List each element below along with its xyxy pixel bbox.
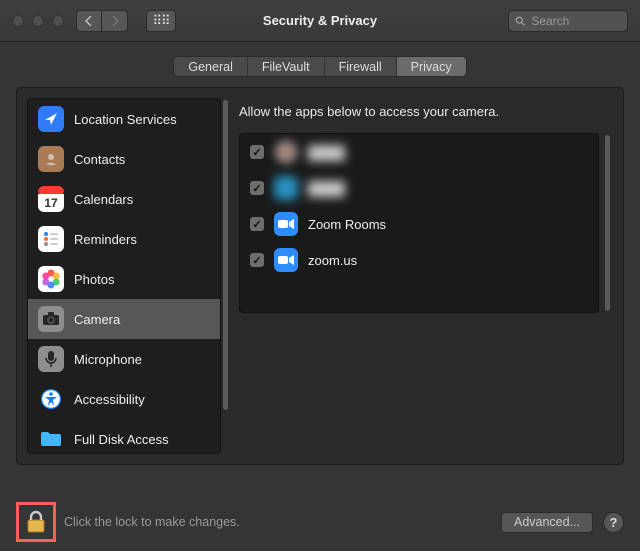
camera-icon: [38, 306, 64, 332]
app-label: ████: [308, 145, 345, 160]
app-row: ✓ ████: [240, 170, 598, 206]
sidebar-item-label: Reminders: [74, 232, 137, 247]
contacts-icon: [38, 146, 64, 172]
window-controls: [12, 15, 64, 27]
tabs-row: GeneralFileVaultFirewallPrivacy: [0, 42, 640, 87]
calendar-icon: 17: [38, 186, 64, 212]
app-checkbox[interactable]: ✓: [250, 181, 264, 195]
app-icon: [274, 176, 298, 200]
back-button[interactable]: [76, 10, 102, 32]
sidebar-item-microphone[interactable]: Microphone: [28, 339, 220, 379]
app-row: ✓ zoom.us: [240, 242, 598, 278]
panel-description: Allow the apps below to access your came…: [239, 104, 599, 119]
lock-highlight: [16, 502, 56, 542]
detail-panel: Allow the apps below to access your came…: [231, 98, 613, 454]
search-field[interactable]: [508, 10, 628, 32]
help-button[interactable]: ?: [603, 512, 624, 533]
tab-filevault[interactable]: FileVault: [248, 57, 325, 76]
sidebar-item-fda[interactable]: Full Disk Access: [28, 419, 220, 454]
reminders-icon: [38, 226, 64, 252]
sidebar-container: Location Services Contacts 17 Calendars Remi…: [27, 98, 221, 454]
app-label: zoom.us: [308, 253, 357, 268]
sidebar-scroll-thumb[interactable]: [223, 100, 228, 410]
search-input[interactable]: [529, 13, 621, 29]
app-checkbox[interactable]: ✓: [250, 217, 264, 231]
sidebar-scrollbar[interactable]: [223, 100, 228, 452]
minimize-window-button[interactable]: [32, 15, 44, 27]
app-list-scroll-thumb[interactable]: [605, 135, 610, 311]
forward-button[interactable]: [102, 10, 128, 32]
folder-icon: [38, 426, 64, 452]
app-icon: [274, 212, 298, 236]
tab-firewall[interactable]: Firewall: [325, 57, 397, 76]
app-checkbox[interactable]: ✓: [250, 145, 264, 159]
app-row: ✓ Zoom Rooms: [240, 206, 598, 242]
grid-icon: ⠿⠿: [152, 13, 169, 29]
app-label: Zoom Rooms: [308, 217, 386, 232]
search-icon: [515, 15, 525, 27]
close-window-button[interactable]: [12, 15, 24, 27]
sidebar-item-location[interactable]: Location Services: [28, 99, 220, 139]
photos-icon: [38, 266, 64, 292]
tab-general[interactable]: General: [174, 57, 247, 76]
sidebar-item-label: Microphone: [74, 352, 142, 367]
titlebar: ⠿⠿ Security & Privacy: [0, 0, 640, 42]
app-row: ✓ ████: [240, 134, 598, 170]
sidebar-item-label: Photos: [74, 272, 114, 287]
show-all-button[interactable]: ⠿⠿: [146, 10, 176, 32]
svg-text:17: 17: [44, 196, 58, 210]
sidebar-item-label: Calendars: [74, 192, 133, 207]
sidebar-item-label: Camera: [74, 312, 120, 327]
footer: Click the lock to make changes. Advanced…: [0, 493, 640, 551]
sidebar-item-reminders[interactable]: Reminders: [28, 219, 220, 259]
sidebar-item-camera[interactable]: Camera: [28, 299, 220, 339]
tab-privacy[interactable]: Privacy: [397, 57, 466, 76]
sidebar-item-calendars[interactable]: 17 Calendars: [28, 179, 220, 219]
help-icon: ?: [610, 515, 618, 530]
sidebar-item-a11y[interactable]: Accessibility: [28, 379, 220, 419]
sidebar-item-label: Contacts: [74, 152, 125, 167]
lock-icon[interactable]: [25, 510, 47, 534]
content-pane: Location Services Contacts 17 Calendars Remi…: [16, 87, 624, 465]
app-label: ████: [308, 181, 345, 196]
app-list-container: ✓ ████ ✓ ████ ✓ Zoom Rooms ✓ zoom.us: [239, 133, 599, 313]
lock-hint-text: Click the lock to make changes.: [64, 515, 240, 529]
microphone-icon: [38, 346, 64, 372]
advanced-button-label: Advanced...: [514, 515, 580, 529]
privacy-category-sidebar: Location Services Contacts 17 Calendars Remi…: [27, 98, 221, 454]
sidebar-item-label: Accessibility: [74, 392, 145, 407]
location-arrow-icon: [38, 106, 64, 132]
tab-segmented-control: GeneralFileVaultFirewallPrivacy: [173, 56, 466, 77]
nav-buttons: [76, 10, 128, 32]
app-checkbox[interactable]: ✓: [250, 253, 264, 267]
sidebar-item-label: Location Services: [74, 112, 177, 127]
app-list: ✓ ████ ✓ ████ ✓ Zoom Rooms ✓ zoom.us: [239, 133, 599, 313]
zoom-window-button[interactable]: [52, 15, 64, 27]
advanced-button[interactable]: Advanced...: [501, 512, 593, 533]
accessibility-icon: [38, 386, 64, 412]
app-icon: [274, 248, 298, 272]
app-icon: [274, 140, 298, 164]
app-list-scrollbar[interactable]: [605, 135, 610, 311]
sidebar-item-contacts[interactable]: Contacts: [28, 139, 220, 179]
sidebar-item-label: Full Disk Access: [74, 432, 169, 447]
sidebar-item-photos[interactable]: Photos: [28, 259, 220, 299]
